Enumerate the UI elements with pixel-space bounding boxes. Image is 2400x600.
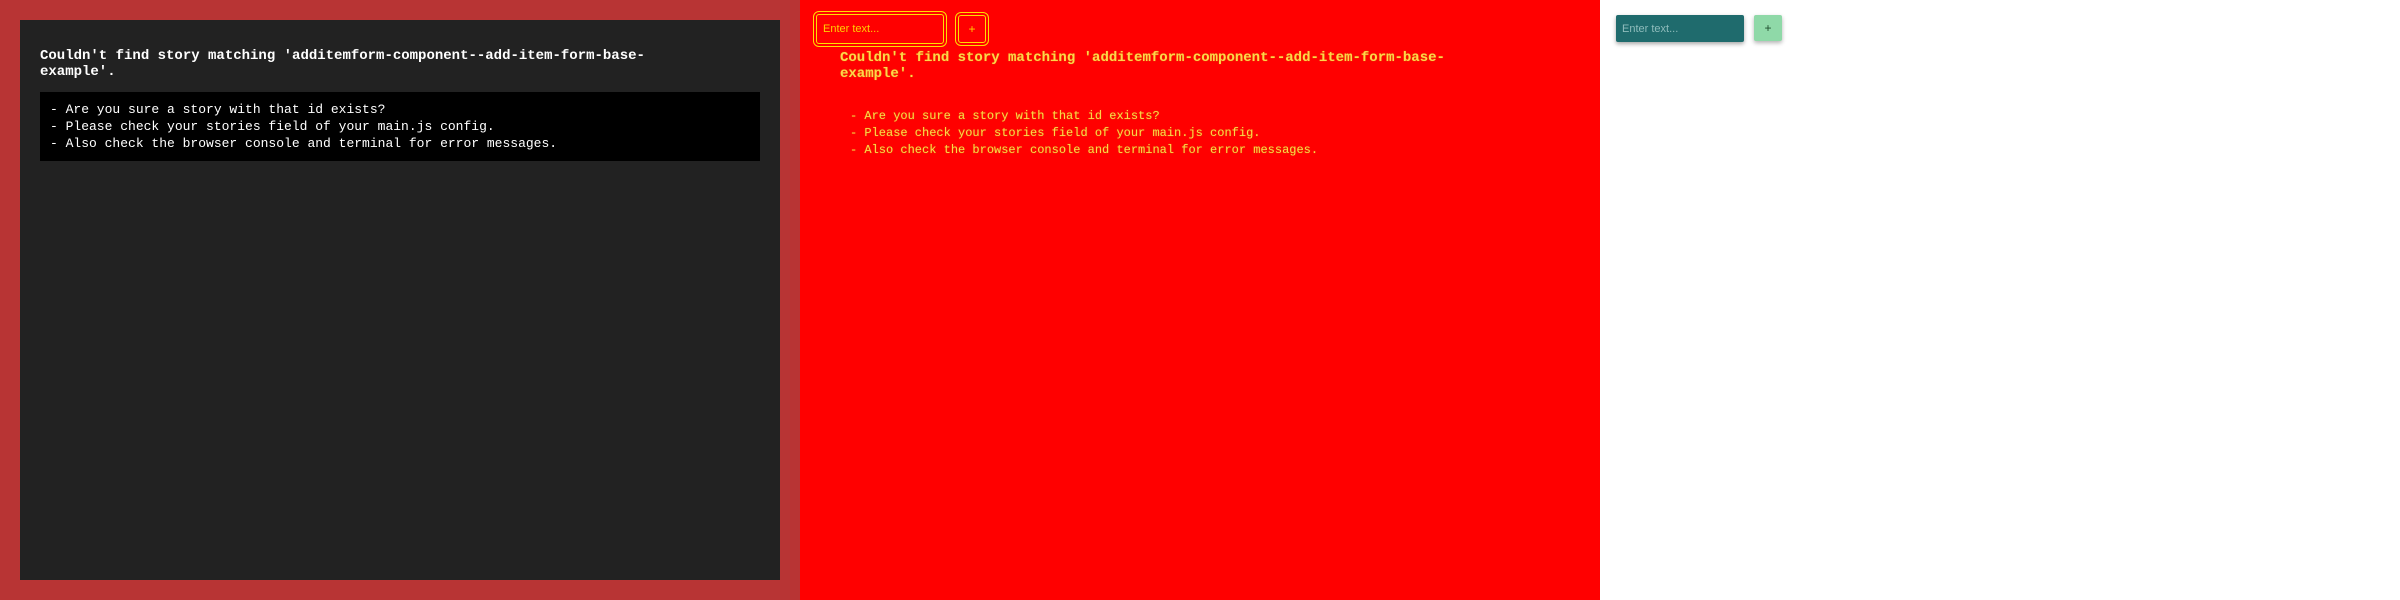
add-item-button[interactable]: +	[1754, 15, 1782, 41]
debug-error-title: Couldn't find story matching 'additemfor…	[840, 50, 1445, 82]
storybook-error-frame: Couldn't find story matching 'additemfor…	[0, 0, 800, 600]
debug-outline-frame: + Couldn't find story matching 'additemf…	[800, 0, 1600, 600]
debug-text-input[interactable]	[813, 11, 947, 47]
debug-hint-line: - Are you sure a story with that id exis…	[850, 109, 1160, 123]
error-hint-line: - Are you sure a story with that id exis…	[50, 102, 386, 117]
debug-hint-line: - Also check the browser console and ter…	[850, 143, 1319, 157]
error-title: Couldn't find story matching 'additemfor…	[40, 48, 645, 80]
error-card: Couldn't find story matching 'additemfor…	[20, 20, 780, 580]
error-hints-box: - Are you sure a story with that id exis…	[40, 92, 760, 161]
error-hint-line: - Also check the browser console and ter…	[50, 136, 558, 151]
debug-hint-line: - Please check your stories field of you…	[850, 126, 1261, 140]
add-item-form-frame: +	[1600, 0, 2400, 600]
debug-error-hints: - Are you sure a story with that id exis…	[840, 106, 1560, 161]
debug-add-button[interactable]: +	[955, 12, 989, 46]
item-text-input[interactable]	[1616, 15, 1744, 42]
error-hint-line: - Please check your stories field of you…	[50, 119, 495, 134]
